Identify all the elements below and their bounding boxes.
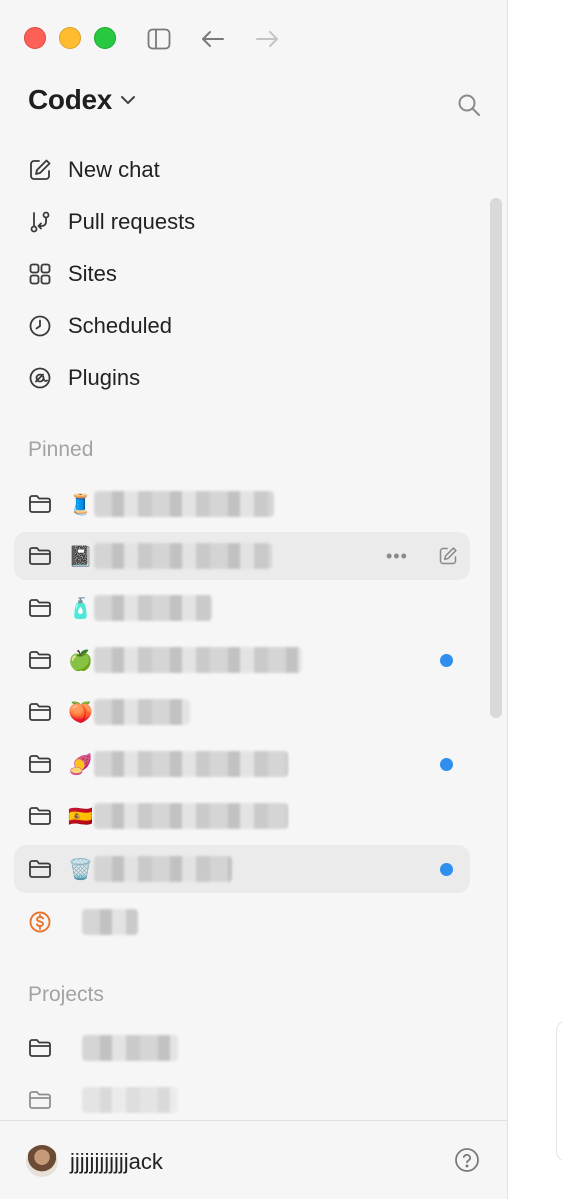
minimize-window-button[interactable] [59, 27, 81, 49]
item-emoji: 🗑️ [68, 857, 93, 881]
search-button[interactable] [454, 90, 484, 120]
avatar[interactable] [26, 1145, 58, 1177]
forward-button[interactable] [252, 24, 282, 54]
nav-label: New chat [68, 157, 160, 182]
pinned-item[interactable]: 🍑 [14, 688, 470, 736]
item-emoji: 🍠 [68, 752, 93, 776]
user-name[interactable]: jjjjjjjjjjjjack [70, 1149, 163, 1175]
edit-button[interactable] [436, 544, 460, 568]
item-emoji: 🧴 [68, 596, 93, 620]
compose-icon [30, 159, 51, 180]
folder-icon [29, 547, 51, 565]
nav-label: Scheduled [68, 313, 172, 338]
help-icon [455, 1148, 479, 1172]
sidebar-icon [147, 28, 171, 50]
sidebar-footer: jjjjjjjjjjjjack [0, 1120, 507, 1199]
nav-label: Sites [68, 261, 117, 286]
redacted-title [94, 803, 288, 829]
pinned-item[interactable]: 🇪🇸 [14, 792, 470, 840]
pinned-item[interactable]: 🍠 [14, 740, 470, 788]
project-item[interactable] [14, 1076, 470, 1124]
nav-sites[interactable]: Sites [14, 252, 470, 296]
project-item[interactable] [14, 1024, 470, 1072]
chevron-down-icon [121, 96, 136, 104]
grid-icon [29, 263, 51, 285]
folder-icon [29, 599, 51, 617]
redacted-title [82, 909, 138, 935]
nav-label: Pull requests [68, 209, 196, 234]
folder-icon [29, 755, 51, 773]
item-emoji: 📓 [68, 544, 93, 568]
unread-indicator [440, 653, 453, 667]
nav-new-chat[interactable]: New chat [14, 148, 470, 192]
redacted-title [94, 699, 190, 725]
main-pane [508, 0, 562, 1199]
section-projects-label: Projects [28, 983, 104, 1006]
redacted-title [82, 1087, 178, 1113]
item-emoji: 🍏 [68, 648, 93, 672]
section-pinned-label: Pinned [28, 438, 94, 461]
nav-plugins[interactable]: Plugins [14, 356, 470, 400]
help-button[interactable] [452, 1145, 482, 1175]
redacted-title [94, 543, 272, 569]
arrow-right-icon [256, 31, 278, 47]
item-emoji: 🧵 [68, 492, 93, 516]
item-emoji: 🍑 [68, 700, 93, 724]
pinned-item[interactable]: 📓 ••• [14, 532, 470, 580]
redacted-title [94, 647, 302, 673]
sidebar: Codex New chat Pull requests Sites Sched… [0, 0, 508, 1199]
redacted-title [82, 1035, 178, 1061]
nav-label: Plugins [68, 365, 141, 390]
plugin-icon [29, 367, 51, 389]
folder-icon [29, 860, 51, 878]
workspace-switcher[interactable]: Codex [28, 84, 136, 116]
nav-scheduled[interactable]: Scheduled [14, 304, 470, 348]
pinned-item[interactable]: 🗑️ [14, 845, 470, 893]
folder-icon [29, 807, 51, 825]
redacted-title [94, 856, 232, 882]
pinned-item[interactable] [14, 898, 470, 946]
folder-icon [29, 1039, 51, 1057]
sidebar-scrollbar[interactable] [490, 198, 502, 718]
git-pull-request-icon [30, 211, 50, 233]
back-button[interactable] [198, 24, 228, 54]
nav-pull-requests[interactable]: Pull requests [14, 200, 470, 244]
clock-icon [29, 315, 51, 337]
more-options-button[interactable]: ••• [386, 546, 408, 567]
compose-icon [439, 547, 457, 565]
redacted-title [94, 751, 288, 777]
item-emoji: 🇪🇸 [68, 804, 93, 828]
search-icon [458, 94, 480, 116]
folder-icon [29, 1091, 51, 1109]
pinned-item[interactable]: 🍏 [14, 636, 470, 684]
unread-indicator [440, 757, 453, 771]
redacted-title [94, 491, 274, 517]
pinned-item[interactable]: 🧴 [14, 584, 470, 632]
folder-icon [29, 495, 51, 513]
toggle-sidebar-button[interactable] [144, 24, 174, 54]
app-name: Codex [28, 84, 113, 115]
folder-icon [29, 651, 51, 669]
close-window-button[interactable] [24, 27, 46, 49]
pinned-item[interactable]: 🧵 [14, 480, 470, 528]
folder-icon [29, 703, 51, 721]
zoom-window-button[interactable] [94, 27, 116, 49]
composer-card-edge [556, 1020, 562, 1162]
unread-indicator [440, 862, 453, 876]
redacted-title [94, 595, 212, 621]
arrow-left-icon [202, 31, 224, 47]
dollar-circle-icon [29, 911, 51, 933]
